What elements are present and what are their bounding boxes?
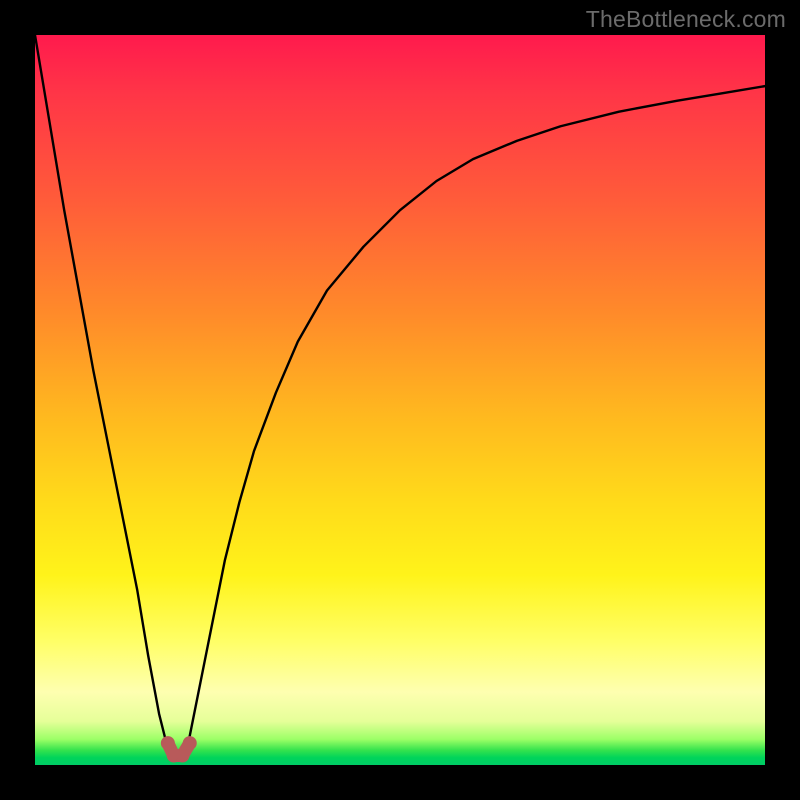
bottleneck-curve — [35, 35, 765, 758]
plot-area — [35, 35, 765, 765]
min-marker — [161, 737, 174, 750]
chart-frame: TheBottleneck.com — [0, 0, 800, 800]
curve-layer — [35, 35, 765, 765]
watermark-text: TheBottleneck.com — [586, 6, 786, 33]
min-marker — [176, 749, 189, 762]
min-marker — [183, 737, 196, 750]
